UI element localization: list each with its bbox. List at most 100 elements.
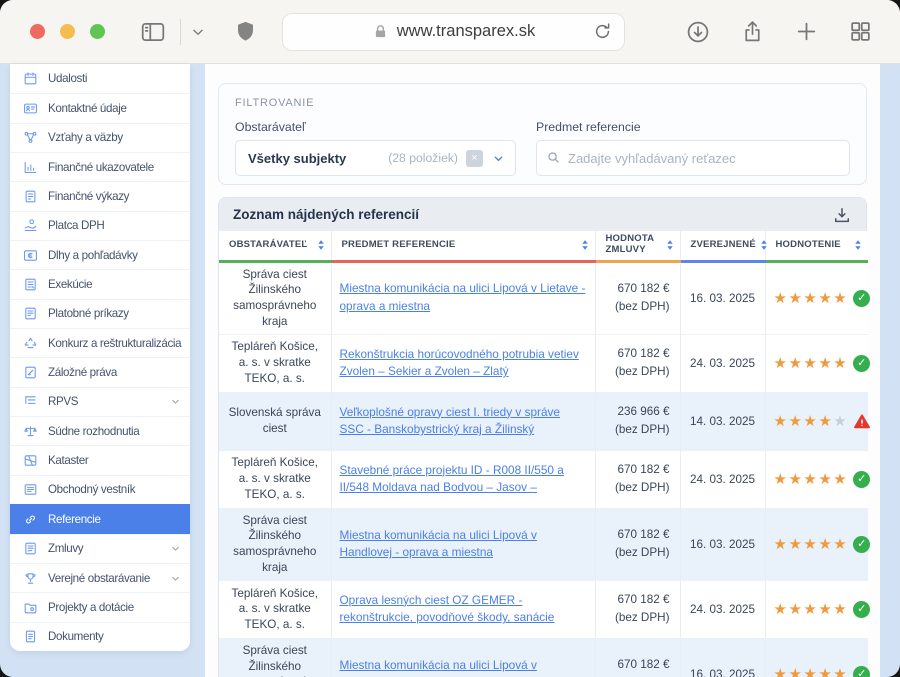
buyer-cell: Tepláreň Košice, a. s. v skratke TEKO, a… xyxy=(219,450,331,508)
page-viewport: Udalosti Kontaktné údajeVzťahy a väzby Fin… xyxy=(0,64,900,677)
column-header-predmet-referencie[interactable]: PREDMET REFERENCIE xyxy=(331,231,595,261)
tab-overview-button[interactable] xyxy=(848,19,873,44)
buyer-select[interactable]: Všetky subjekty (28 položiek) × xyxy=(235,140,516,176)
column-header-hodnotenie[interactable]: HODNOTENIE xyxy=(765,231,868,261)
buyer-select-count: (28 položiek) xyxy=(388,151,458,165)
value-cell: 670 182 €(bez DPH) xyxy=(595,638,680,677)
address-bar[interactable]: www.transparex.sk xyxy=(282,13,625,51)
sort-icon xyxy=(581,239,589,251)
published-cell: 16. 03. 2025 xyxy=(680,508,765,580)
invoice-icon xyxy=(23,306,38,321)
reference-link[interactable]: Oprava lesných ciest OZ GEMER -rekonštru… xyxy=(340,593,555,625)
sidebar-menu-button[interactable] xyxy=(191,25,205,39)
value-cell: 670 182 €(bez DPH) xyxy=(595,450,680,508)
sidebar-item-label: Finančné výkazy xyxy=(48,190,129,203)
sidebar-item-s-dne-rozhodnutia[interactable]: Súdne rozhodnutia xyxy=(10,416,190,445)
column-header-hodnota-zmluvy[interactable]: HODNOTA ZMLUVY xyxy=(595,231,680,261)
column-label: OBSTARÁVATEĽ xyxy=(229,240,307,251)
rating-cell: ★★★★★✓ xyxy=(765,450,868,508)
sidebar-item-dokumenty[interactable]: Dokumenty xyxy=(10,622,190,651)
sidebar-item-konkurz-a-re-trukturaliz-cia[interactable]: Konkurz a reštrukturalizácia xyxy=(10,328,190,357)
sidebar-item-finan-n-ukazovatele[interactable]: Finančné ukazovatele xyxy=(10,152,190,181)
close-button[interactable] xyxy=(30,24,45,39)
subject-filter-label: Predmet referencie xyxy=(536,120,850,134)
results-titlebar: Zoznam nájdených referencií xyxy=(219,198,866,231)
download-icon xyxy=(832,205,852,225)
sidebar-item-label: Referencie xyxy=(48,513,101,526)
published-cell: 14. 03. 2025 xyxy=(680,392,765,450)
plus-icon xyxy=(794,19,819,44)
sidebar-item-z-lo-n-pr-va[interactable]: Záložné práva xyxy=(10,357,190,386)
sidebar-item-label: Udalosti xyxy=(48,72,87,85)
sidebar-item-obchodn-vestn-k[interactable]: Obchodný vestník xyxy=(10,475,190,504)
reference-link[interactable]: Miestna komunikácia na ulici Lipová v Ha… xyxy=(340,658,537,677)
buyer-cell: Slovenská správa ciest xyxy=(219,392,331,450)
sidebar-item-label: Finančné ukazovatele xyxy=(48,161,154,174)
subject-search-input[interactable] xyxy=(536,140,850,176)
table-row: Tepláreň Košice, a. s. v skratke TEKO, a… xyxy=(219,334,868,392)
sidebar-item-exek-cie[interactable]: Exekúcie xyxy=(10,269,190,298)
sidebar-item-vz-ahy-a-v-zby[interactable]: Vzťahy a väzby xyxy=(10,123,190,152)
browser-window: www.transparex.sk UdalostiKontaktné úd xyxy=(0,0,900,677)
new-tab-button[interactable] xyxy=(794,19,819,44)
sidebar-item-platobn-pr-kazy[interactable]: Platobné príkazy xyxy=(10,299,190,328)
sidebar-toggle-button[interactable] xyxy=(140,19,166,45)
main-content: FILTROVANIE Obstarávateľ Všetky subjekty… xyxy=(205,64,880,677)
table-row: Správa ciest Žilinského samosprávneho kr… xyxy=(219,261,868,334)
chevron-down-icon xyxy=(170,543,181,554)
sidebar-item-rpvs[interactable]: RPVS xyxy=(10,387,190,416)
sidebar-item-projekty-a-dot-cie[interactable]: Projekty a dotácie xyxy=(10,592,190,621)
published-cell: 24. 03. 2025 xyxy=(680,334,765,392)
pledge-doc-icon xyxy=(23,365,38,380)
sidebar-item-kataster[interactable]: Kataster xyxy=(10,445,190,474)
sidebar-item-finan-n-v-kazy[interactable]: Finančné výkazy xyxy=(10,181,190,210)
value-cell: 670 182 €(bez DPH) xyxy=(595,580,680,638)
share-button[interactable] xyxy=(740,19,765,44)
lock-icon xyxy=(372,23,389,40)
reference-link[interactable]: Veľkoplošné opravy ciest I. triedy v spr… xyxy=(340,405,560,437)
column-header-obstar-vate[interactable]: OBSTARÁVATEĽ xyxy=(219,231,331,261)
value-cell: 670 182 €(bez DPH) xyxy=(595,334,680,392)
downloads-button[interactable] xyxy=(685,19,711,45)
sidebar-item-label: Platobné príkazy xyxy=(48,307,129,320)
zoom-button[interactable] xyxy=(90,24,105,39)
reference-link[interactable]: Rekonštrukcia horúcovodného potrubia vet… xyxy=(340,347,579,379)
subject-filter-group: Predmet referencie xyxy=(536,120,850,176)
sidebar-item-kontaktn-daje[interactable]: Kontaktné údaje xyxy=(10,93,190,122)
sidebar-item-label: Dokumenty xyxy=(48,630,104,643)
sidebar-item-dlhy-a-poh-ad-vky[interactable]: Dlhy a pohľadávky xyxy=(10,240,190,269)
sidebar-item-platca-dph[interactable]: Platca DPH xyxy=(10,211,190,240)
sidebar-item-zmluvy[interactable]: Zmluvy xyxy=(10,534,190,563)
rating-cell: ★★★★★✓ xyxy=(765,334,868,392)
sidebar-item-referencie[interactable]: Referencie xyxy=(10,504,190,533)
downloads-icon xyxy=(685,19,711,45)
sidebar-item-udalosti[interactable]: Udalosti xyxy=(10,64,190,93)
privacy-report-button[interactable] xyxy=(233,18,258,45)
toolbar-divider xyxy=(180,19,181,45)
reference-link[interactable]: Stavebné práce projektu ID - R008 II/550… xyxy=(340,463,564,495)
newspaper-icon xyxy=(23,482,38,497)
status-ok-icon: ✓ xyxy=(853,536,870,553)
reload-button[interactable] xyxy=(592,21,613,45)
sidebar-list: Udalosti Kontaktné údajeVzťahy a väzby Fin… xyxy=(10,64,190,651)
buyer-cell: Tepláreň Košice, a. s. v skratke TEKO, a… xyxy=(219,580,331,638)
search-icon xyxy=(546,150,561,165)
minimize-button[interactable] xyxy=(60,24,75,39)
published-cell: 24. 03. 2025 xyxy=(680,450,765,508)
gavel-doc-icon xyxy=(23,277,38,292)
buyer-cell: Tepláreň Košice, a. s. v skratke TEKO, a… xyxy=(219,334,331,392)
star-rating: ★★★★★ xyxy=(774,536,849,553)
euro-card-icon xyxy=(23,248,38,263)
column-label: PREDMET REFERENCIE xyxy=(342,240,456,251)
column-header-zverejnen[interactable]: ZVEREJNENÉ xyxy=(680,231,765,261)
sidebar-item-label: Konkurz a reštrukturalizácia xyxy=(48,337,181,350)
reference-link[interactable]: Miestna komunikácia na ulici Lipová v Li… xyxy=(340,281,586,313)
column-label: HODNOTENIE xyxy=(776,240,841,251)
reference-link[interactable]: Miestna komunikácia na ulici Lipová v Ha… xyxy=(340,528,537,560)
sidebar-item-verejn-obstar-vanie[interactable]: Verejné obstarávanie xyxy=(10,563,190,592)
value-cell: 670 182 €(bez DPH) xyxy=(595,508,680,580)
buyer-select-value: Všetky subjekty xyxy=(248,151,346,166)
sidebar-item-label: Exekúcie xyxy=(48,278,92,291)
export-button[interactable] xyxy=(832,205,852,225)
clear-filter-button[interactable]: × xyxy=(466,150,483,167)
